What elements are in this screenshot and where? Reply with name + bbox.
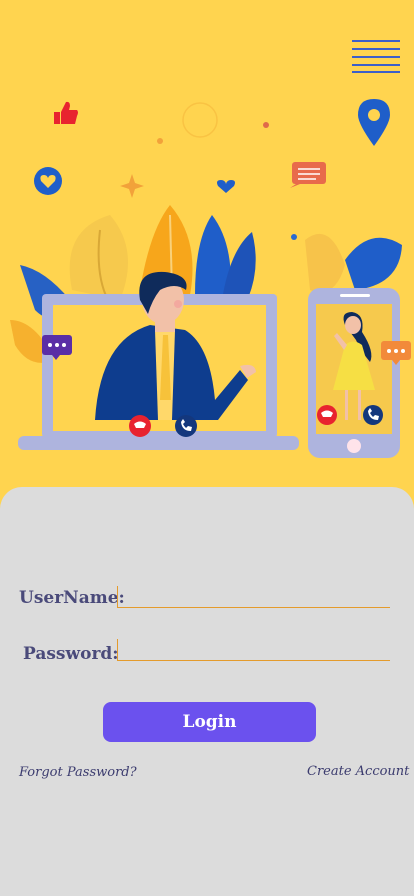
location-pin-icon (358, 99, 390, 146)
username-label: UserName: (19, 588, 125, 608)
chat-bubble-icon (290, 162, 326, 188)
forgot-password-link[interactable]: Forgot Password? (19, 765, 137, 780)
heart-icon (217, 180, 235, 193)
menu-icon[interactable] (352, 40, 400, 74)
password-field[interactable] (117, 639, 390, 661)
menu-line (352, 40, 400, 42)
heart-icon (34, 167, 62, 195)
menu-line (352, 71, 400, 73)
username-field[interactable] (117, 586, 390, 608)
thumbs-up-icon (54, 101, 78, 124)
login-panel (0, 487, 414, 896)
login-button[interactable]: Login (103, 702, 316, 742)
illustration-svg (10, 99, 411, 458)
password-label: Password: (23, 644, 119, 664)
create-account-link[interactable]: Create Account (307, 764, 409, 779)
video-call-illustration (0, 0, 414, 500)
menu-line (352, 56, 400, 58)
menu-line (352, 64, 400, 66)
menu-line (352, 48, 400, 50)
